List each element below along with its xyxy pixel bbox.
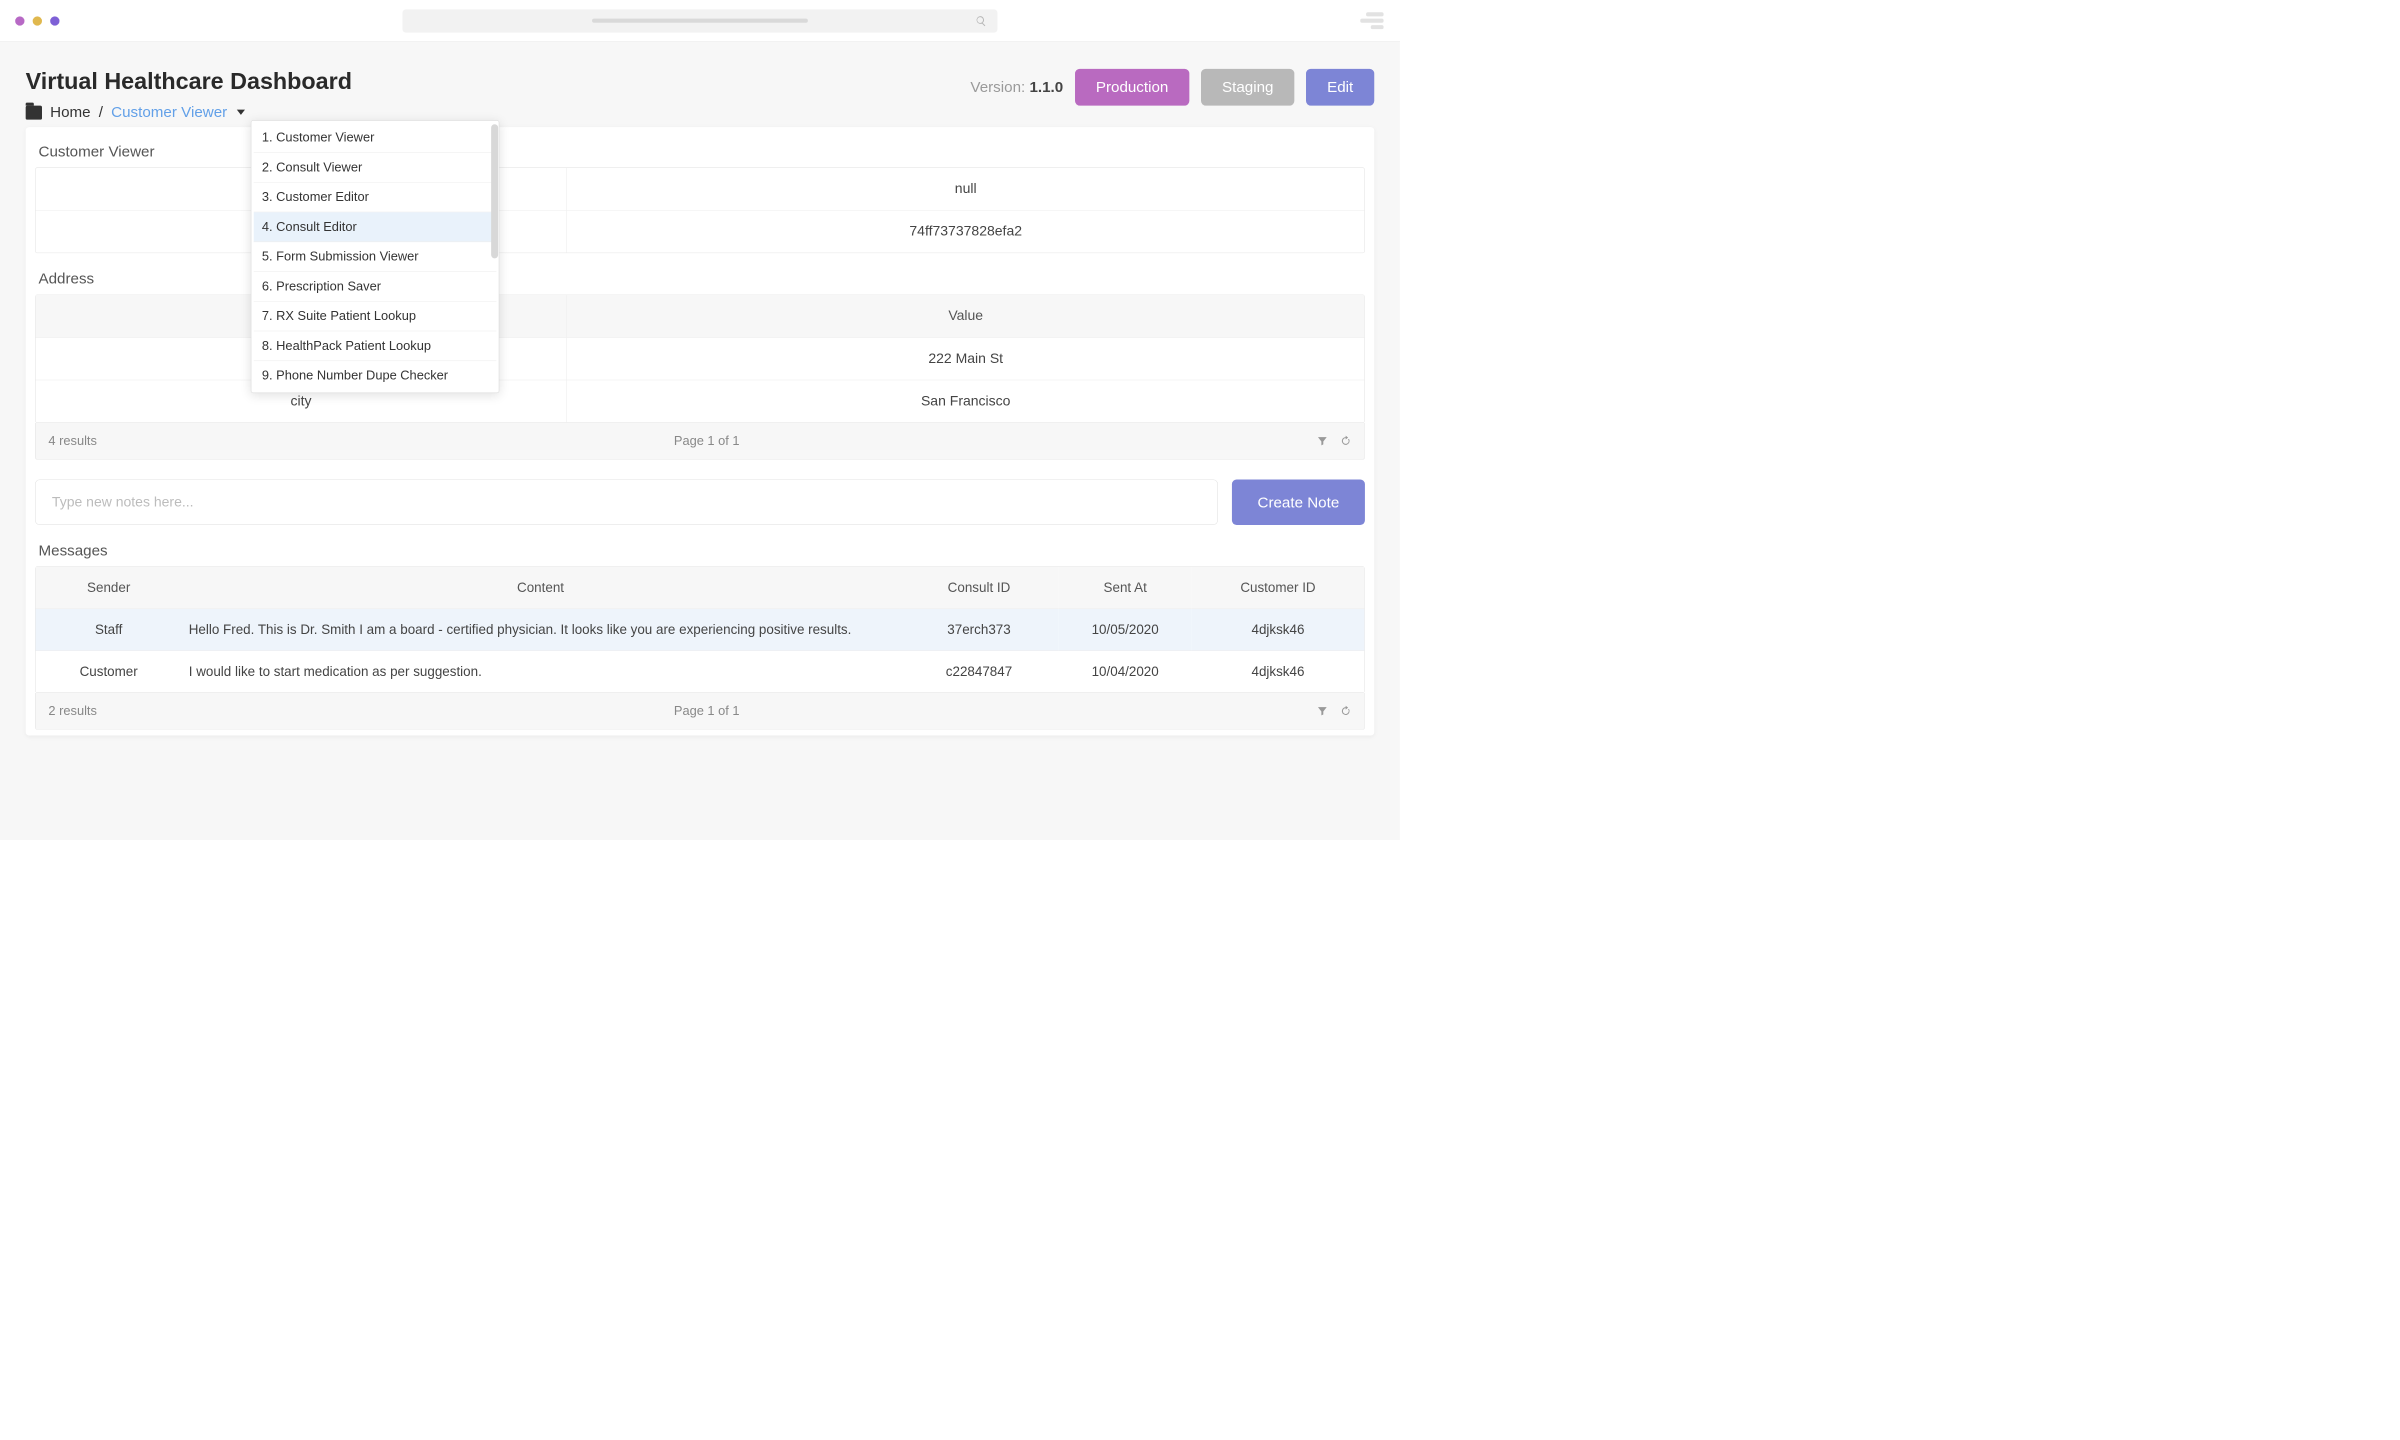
table-header-row: Sender Content Consult ID Sent At Custom… — [36, 567, 1365, 609]
cv-value: 74ff73737828efa2 — [567, 211, 1364, 253]
filter-icon[interactable] — [1316, 705, 1328, 717]
address-table-footer: 4 results Page 1 of 1 — [35, 423, 1365, 460]
messages-section-title: Messages — [38, 541, 1369, 559]
window-controls[interactable] — [15, 16, 59, 25]
msg-sender: Staff — [36, 609, 182, 651]
search-icon — [975, 15, 987, 27]
table-row: kustomer_ 74ff73737828efa2 — [36, 211, 1365, 253]
msg-content: Hello Fred. This is Dr. Smith I am a boa… — [182, 609, 900, 651]
msg-header-content: Content — [182, 567, 900, 609]
cv-value: null — [567, 168, 1364, 211]
table-header-row: Key Value — [36, 295, 1365, 338]
window-titlebar — [0, 0, 1400, 42]
edit-button[interactable]: Edit — [1306, 69, 1374, 106]
addr-value: 222 Main St — [567, 338, 1364, 381]
search-bar[interactable] — [402, 9, 997, 32]
production-button[interactable]: Production — [1075, 69, 1190, 106]
msg-header-sender: Sender — [36, 567, 182, 609]
msg-header-consult: Consult ID — [899, 567, 1058, 609]
table-row[interactable]: Staff Hello Fred. This is Dr. Smith I am… — [36, 609, 1365, 651]
dropdown-item[interactable]: 7. RX Suite Patient Lookup — [254, 302, 497, 332]
msg-header-customer: Customer ID — [1192, 567, 1365, 609]
notes-input[interactable] — [35, 479, 1218, 524]
page-title: Virtual Healthcare Dashboard — [26, 69, 352, 95]
folder-icon — [26, 105, 42, 119]
address-table: Key Value address_li 222 Main St city Sa… — [35, 295, 1365, 423]
msg-header-sent: Sent At — [1059, 567, 1192, 609]
menu-icon[interactable] — [1360, 12, 1383, 29]
dropdown-item[interactable]: 1. Customer Viewer — [254, 123, 497, 153]
page-indicator: Page 1 of 1 — [674, 703, 740, 718]
minimize-dot[interactable] — [33, 16, 42, 25]
address-header-value: Value — [567, 295, 1364, 338]
table-row: rxsuite_ null — [36, 168, 1365, 211]
table-row[interactable]: Customer I would like to start medicatio… — [36, 651, 1365, 692]
close-dot[interactable] — [15, 16, 24, 25]
breadcrumb-current[interactable]: Customer Viewer — [111, 103, 227, 121]
dropdown-item[interactable]: 2. Consult Viewer — [254, 153, 497, 183]
dropdown-item[interactable]: 8. HealthPack Patient Lookup — [254, 331, 497, 361]
search-placeholder-line — [592, 19, 808, 23]
msg-customer-id: 4djksk46 — [1192, 651, 1365, 692]
breadcrumb-separator: / — [99, 103, 103, 121]
dropdown-item[interactable]: 9. Phone Number Dupe Checker — [254, 361, 497, 390]
msg-sent-at: 10/04/2020 — [1059, 651, 1192, 692]
msg-consult-id: c22847847 — [899, 651, 1058, 692]
staging-button[interactable]: Staging — [1201, 69, 1294, 106]
breadcrumb-home[interactable]: Home — [50, 103, 90, 121]
customer-section-title: Customer Viewer — [38, 142, 1369, 160]
results-count: 4 results — [48, 433, 97, 448]
msg-sent-at: 10/05/2020 — [1059, 609, 1192, 651]
table-row: city San Francisco — [36, 380, 1365, 422]
addr-value: San Francisco — [567, 380, 1364, 422]
results-count: 2 results — [48, 703, 97, 718]
refresh-icon[interactable] — [1340, 435, 1352, 447]
msg-customer-id: 4djksk46 — [1192, 609, 1365, 651]
breadcrumb: Home / Customer Viewer — [26, 103, 352, 121]
dropdown-item[interactable]: 4. Consult Editor — [254, 212, 497, 242]
refresh-icon[interactable] — [1340, 705, 1352, 717]
address-section-title: Address — [38, 269, 1369, 287]
version-label: Version: 1.1.0 — [970, 78, 1063, 96]
messages-table-footer: 2 results Page 1 of 1 — [35, 693, 1365, 730]
maximize-dot[interactable] — [50, 16, 59, 25]
dropdown-item[interactable]: 5. Form Submission Viewer — [254, 242, 497, 272]
msg-sender: Customer — [36, 651, 182, 692]
msg-content: I would like to start medication as per … — [182, 651, 900, 692]
msg-consult-id: 37erch373 — [899, 609, 1058, 651]
messages-table: Sender Content Consult ID Sent At Custom… — [35, 566, 1365, 693]
dropdown-item[interactable]: 3. Customer Editor — [254, 183, 497, 213]
customer-table: rxsuite_ null kustomer_ 74ff73737828efa2 — [35, 167, 1365, 253]
page-selector-dropdown[interactable]: 1. Customer Viewer 2. Consult Viewer 3. … — [251, 120, 499, 393]
create-note-button[interactable]: Create Note — [1232, 479, 1365, 524]
page-indicator: Page 1 of 1 — [674, 433, 740, 448]
chevron-down-icon[interactable] — [237, 110, 245, 115]
dropdown-scrollbar[interactable] — [491, 124, 498, 258]
filter-icon[interactable] — [1316, 435, 1328, 447]
table-row: address_li 222 Main St — [36, 338, 1365, 381]
dropdown-item[interactable]: 6. Prescription Saver — [254, 272, 497, 302]
